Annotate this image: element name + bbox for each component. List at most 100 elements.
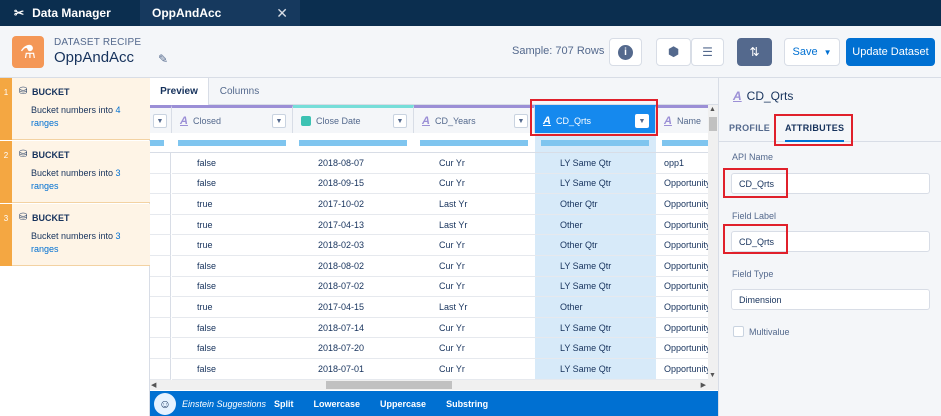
horizontal-scrollbar[interactable]: ◀ ▶ <box>150 380 718 390</box>
data-grid: ▼ A Closed ▼ Close Date ▼ A CD_Years ▼ A… <box>150 105 718 380</box>
chevron-down-icon[interactable]: ▼ <box>514 114 528 128</box>
api-name-label: API Name <box>732 152 774 162</box>
multivalue-checkbox[interactable] <box>733 326 744 337</box>
step-card[interactable]: 2 ⛁ BUCKET Bucket numbers into 3 ranges <box>0 141 150 203</box>
save-button[interactable]: Save ▼ <box>784 38 840 66</box>
calendar-icon <box>301 115 311 126</box>
step-desc-text: Bucket numbers into <box>31 168 116 178</box>
row-handle <box>150 338 171 359</box>
column-label: CD_Qrts <box>555 115 591 126</box>
einstein-suggestions-bar: ☺ Einstein Suggestions Split Lowercase U… <box>150 391 718 416</box>
table-cell: LY Same Qtr <box>535 256 656 277</box>
table-cell: Cur Yr <box>414 338 535 359</box>
table-cell: Last Yr <box>414 215 535 236</box>
table-cell: false <box>172 359 293 380</box>
scroll-right-icon[interactable]: ▶ <box>701 381 706 389</box>
step-desc-text: Bucket numbers into <box>31 105 116 115</box>
table-cell: LY Same Qtr <box>535 317 656 339</box>
suggestion-lowercase[interactable]: Lowercase <box>314 399 361 409</box>
row-handle <box>150 359 171 380</box>
add-node-button[interactable]: ⬢ <box>656 38 691 66</box>
table-cell: Cur Yr <box>414 235 535 256</box>
step-description: Bucket numbers into 3 ranges <box>31 230 143 256</box>
column-header-close-date[interactable]: Close Date ▼ <box>293 105 414 133</box>
app-launcher[interactable]: ✂ Data Manager <box>0 0 140 26</box>
table-cell: 2018-07-02 <box>293 277 414 298</box>
step-desc-suffix: ranges <box>31 244 59 254</box>
list-button[interactable]: ☰ <box>691 38 724 66</box>
table-cell: Other Qtr <box>535 235 656 256</box>
transform-button[interactable]: ⇅ <box>737 38 772 66</box>
table-cell: Cur Yr <box>414 359 535 380</box>
table-cell: Cur Yr <box>414 277 535 298</box>
field-label-field[interactable]: CD_Qrts <box>731 231 930 252</box>
api-name-field[interactable]: CD_Qrts <box>731 173 930 194</box>
step-description: Bucket numbers into 3 ranges <box>31 167 143 193</box>
step-desc-suffix: ranges <box>31 181 59 191</box>
text-type-icon: A <box>733 89 742 103</box>
update-dataset-button[interactable]: Update Dataset <box>846 38 935 66</box>
column-header-closed[interactable]: A Closed ▼ <box>172 105 293 133</box>
tab-label: OppAndAcc <box>152 6 222 20</box>
table-cell: 2018-08-07 <box>293 153 414 174</box>
table-cell: false <box>172 153 293 174</box>
table-cell: false <box>172 338 293 359</box>
chevron-down-icon[interactable]: ▼ <box>393 114 407 128</box>
app-name: Data Manager <box>32 6 111 20</box>
step-card[interactable]: 3 ⛁ BUCKET Bucket numbers into 3 ranges <box>0 204 150 266</box>
text-type-icon: A <box>664 114 672 127</box>
bucket-icon: ⛁ <box>19 149 28 160</box>
bucket-icon: ⛁ <box>19 212 28 223</box>
step-title: BUCKET <box>32 150 70 160</box>
step-card[interactable]: 1 ⛁ BUCKET Bucket numbers into 4 ranges <box>0 78 150 140</box>
list-icon: ☰ <box>702 45 713 59</box>
tab-attributes[interactable]: ATTRIBUTES <box>785 123 845 142</box>
suggestion-split[interactable]: Split <box>274 399 294 409</box>
info-button[interactable]: i <box>609 38 642 66</box>
table-cell: Other <box>535 297 656 318</box>
scroll-thumb[interactable] <box>709 117 717 131</box>
profile-cell <box>293 133 414 153</box>
flask-icon: ⚗ <box>12 36 44 68</box>
tab-preview[interactable]: Preview <box>150 78 209 105</box>
pencil-icon[interactable]: ✎ <box>158 52 168 66</box>
scroll-thumb[interactable] <box>326 381 452 389</box>
panel-title: A CD_Qrts <box>733 89 793 103</box>
chevron-down-icon[interactable]: ▼ <box>153 114 167 128</box>
vertical-scrollbar[interactable]: ▲ ▼ <box>708 105 718 380</box>
info-icon: i <box>618 44 633 60</box>
chevron-down-icon[interactable]: ▼ <box>635 114 649 128</box>
text-type-icon: A <box>422 114 430 127</box>
text-type-icon: A <box>180 114 188 127</box>
recipe-kicker: DATASET RECIPE <box>54 37 142 48</box>
table-cell: Cur Yr <box>414 153 535 174</box>
table-cell: false <box>172 174 293 195</box>
table-cell: 2018-08-02 <box>293 256 414 277</box>
scroll-left-icon[interactable]: ◀ <box>151 381 156 389</box>
chevron-down-icon[interactable]: ▼ <box>272 114 286 128</box>
suggestion-uppercase[interactable]: Uppercase <box>380 399 426 409</box>
panel-title-text: CD_Qrts <box>746 89 794 103</box>
row-handle <box>150 317 171 339</box>
multivalue-label: Multivalue <box>749 327 790 337</box>
tab-profile[interactable]: PROFILE <box>729 123 770 133</box>
table-cell: false <box>172 318 293 339</box>
suggestion-substring[interactable]: Substring <box>446 399 488 409</box>
field-type-field[interactable]: Dimension <box>731 289 930 310</box>
steps-panel: 1 ⛁ BUCKET Bucket numbers into 4 ranges 2… <box>0 78 150 416</box>
scroll-up-icon[interactable]: ▲ <box>709 106 716 113</box>
column-header-cd-years[interactable]: A CD_Years ▼ <box>414 105 535 133</box>
scroll-down-icon[interactable]: ▼ <box>709 372 716 379</box>
tab-columns[interactable]: Columns <box>212 78 267 105</box>
step-title: BUCKET <box>32 87 70 97</box>
row-handle <box>150 235 171 256</box>
row-handle <box>150 256 171 277</box>
tab-oppandacc[interactable]: OppAndAcc ✕ <box>140 0 300 26</box>
close-icon[interactable]: ✕ <box>276 5 288 22</box>
text-type-icon: A <box>543 114 551 127</box>
step-count: 4 <box>115 105 121 115</box>
bucket-icon: ⛁ <box>19 86 28 97</box>
table-cell: Cur Yr <box>414 318 535 339</box>
table-cell: 2017-04-13 <box>293 215 414 236</box>
column-header-cd-qrts[interactable]: A CD_Qrts ▼ <box>535 105 656 133</box>
